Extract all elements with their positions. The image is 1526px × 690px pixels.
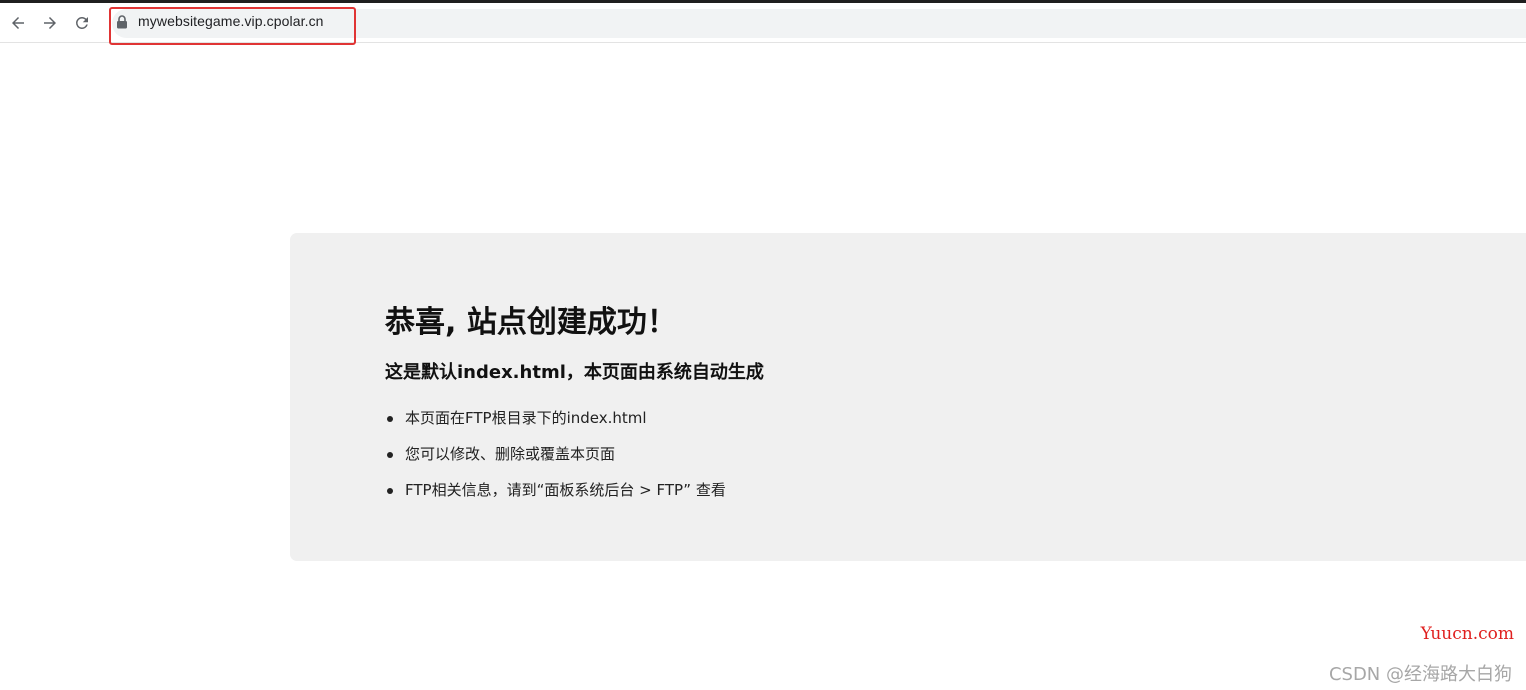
reload-icon [76,17,88,29]
site-watermark: Yuucn.com [1420,624,1514,644]
list-item: FTP相关信息，请到“面板系统后台 > FTP” 查看 [385,477,726,513]
reload-button[interactable] [71,12,93,34]
url-highlight-box [109,7,356,45]
author-watermark: CSDN @经海路大白狗 [1328,664,1512,685]
arrow-right-icon [44,17,56,29]
info-list: 本页面在FTP根目录下的index.html 您可以修改、删除或覆盖本页面 FT… [385,405,726,513]
page-heading: 恭喜, 站点创建成功！ [385,305,677,340]
page-subheading: 这是默认index.html，本页面由系统自动生成 [385,362,764,383]
forward-button[interactable] [39,12,61,34]
arrow-left-icon [12,17,24,29]
list-item: 您可以修改、删除或覆盖本页面 [385,441,726,477]
back-button[interactable] [7,12,29,34]
list-item: 本页面在FTP根目录下的index.html [385,405,726,441]
